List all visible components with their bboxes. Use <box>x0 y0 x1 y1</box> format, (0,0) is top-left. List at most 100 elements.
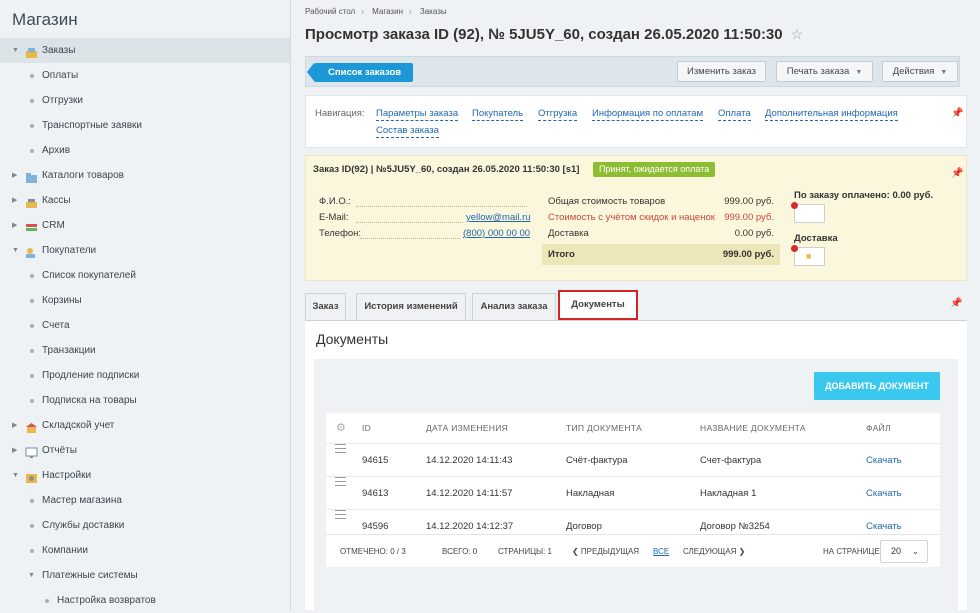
bullet-icon <box>30 374 34 378</box>
sidebar-item-delivery-services[interactable]: Службы доставки <box>0 513 290 538</box>
sidebar-item-reports[interactable]: ▶ Отчёты <box>0 438 290 463</box>
expand-arrow-icon[interactable]: ▶ <box>12 438 17 463</box>
order-summary: Заказ ID(92) | №5JU5Y_60, создан 26.05.2… <box>305 155 967 281</box>
table-header: ⚙ ID ДАТА ИЗМЕНЕНИЯ ТИП ДОКУМЕНТА НАЗВАН… <box>326 413 940 444</box>
expand-arrow-icon[interactable]: ▼ <box>12 38 19 63</box>
chevron-down-icon: ⌄ <box>912 547 919 556</box>
alert-dot-icon <box>791 202 798 209</box>
next-page-button[interactable]: СЛЕДУЮЩАЯ ❯ <box>683 547 745 556</box>
phone-link[interactable]: (800) 000 00 00 <box>463 228 530 239</box>
expand-arrow-icon[interactable]: ▼ <box>12 238 19 263</box>
add-document-button[interactable]: ДОБАВИТЬ ДОКУМЕНТ <box>814 372 940 400</box>
sidebar-item-warehouse[interactable]: ▶ Складской учет <box>0 413 290 438</box>
bullet-icon <box>30 524 34 528</box>
chevron-down-icon: ▼ <box>940 69 948 76</box>
paid-amount: По заказу оплачено: 0.00 руб. <box>794 190 934 201</box>
bullet-icon <box>30 274 34 278</box>
orders-list-button[interactable]: Список заказов <box>306 63 414 82</box>
sidebar-item-customers[interactable]: ▼ Покупатели <box>0 238 290 263</box>
drag-handle-icon[interactable] <box>335 477 346 489</box>
per-page-select[interactable]: 20 ⌄ <box>880 540 928 563</box>
table-row[interactable]: 94615 14.12.2020 14:11:43 Счёт-фактура С… <box>326 444 940 477</box>
actions-button[interactable]: Действия ▼ <box>882 61 958 82</box>
sidebar-item-cashboxes[interactable]: ▶ Кассы <box>0 188 290 213</box>
navigation-panel: Навигация: Параметры заказа Покупатель О… <box>305 95 967 148</box>
reports-icon <box>25 444 38 458</box>
nav-link-order-params[interactable]: Параметры заказа <box>376 108 459 121</box>
sidebar-item-crm[interactable]: ▶ CRM <box>0 213 290 238</box>
edit-order-button[interactable]: Изменить заказ <box>677 61 766 82</box>
sidebar-item-product-subscription[interactable]: Подписка на товары <box>0 388 290 413</box>
sidebar-item-transactions[interactable]: Транзакции <box>0 338 290 363</box>
sidebar-item-invoices[interactable]: Счета <box>0 313 290 338</box>
expand-arrow-icon[interactable]: ▼ <box>28 563 35 588</box>
drag-handle-icon[interactable] <box>335 510 346 522</box>
prev-page-button[interactable]: ❮ ПРЕДЫДУЩАЯ <box>572 547 639 556</box>
nav-link-customer[interactable]: Покупатель <box>472 108 524 121</box>
bullet-icon <box>30 499 34 503</box>
discount-total-value: 999.00 руб. <box>724 212 774 223</box>
settings-icon <box>25 469 38 483</box>
expand-arrow-icon[interactable]: ▼ <box>12 463 19 488</box>
all-pages-link[interactable]: ВСЕ <box>653 547 669 556</box>
payment-status-box[interactable] <box>794 204 825 223</box>
shipping-status-box[interactable]: ■ <box>794 247 825 266</box>
star-icon[interactable]: ☆ <box>791 26 804 42</box>
email-link[interactable]: yellow@mail.ru <box>466 212 531 223</box>
sidebar-item-archive[interactable]: Архив <box>0 138 290 163</box>
nav-link-shipment[interactable]: Отгрузка <box>538 108 578 121</box>
tab-order[interactable]: Заказ <box>305 293 346 320</box>
breadcrumb-desktop[interactable]: Рабочий стол <box>305 7 355 16</box>
pin-icon[interactable]: 📌 <box>950 298 962 309</box>
download-link[interactable]: Скачать <box>866 477 902 510</box>
doc-date: 14.12.2020 14:11:57 <box>426 488 513 499</box>
table-row[interactable]: 94613 14.12.2020 14:11:57 Накладная Накл… <box>326 477 940 510</box>
sidebar-item-shop-wizard[interactable]: Мастер магазина <box>0 488 290 513</box>
sidebar-item-payments[interactable]: Оплаты <box>0 63 290 88</box>
sidebar-item-companies[interactable]: Компании <box>0 538 290 563</box>
breadcrumb-shop[interactable]: Магазин <box>372 7 403 16</box>
sidebar-item-refund-settings[interactable]: Настройка возвратов <box>0 588 290 613</box>
sidebar-item-customer-list[interactable]: Список покупателей <box>0 263 290 288</box>
nav-link-payment[interactable]: Оплата <box>718 108 751 121</box>
col-name[interactable]: НАЗВАНИЕ ДОКУМЕНТА <box>700 413 806 444</box>
nav-link-additional-info[interactable]: Дополнительная информация <box>765 108 898 121</box>
sidebar-item-transport[interactable]: Транспортные заявки <box>0 113 290 138</box>
sidebar-item-shipments[interactable]: Отгрузки <box>0 88 290 113</box>
expand-arrow-icon[interactable]: ▶ <box>12 163 17 188</box>
selected-count: ОТМЕЧЕНО: 0 / 3 <box>340 547 406 556</box>
col-file[interactable]: ФАЙЛ <box>866 413 891 444</box>
sidebar-item-carts[interactable]: Корзины <box>0 288 290 313</box>
nav-link-payment-info[interactable]: Информация по оплатам <box>592 108 703 121</box>
sidebar-item-orders[interactable]: ▼ Заказы <box>0 38 290 63</box>
tab-documents[interactable]: Документы <box>558 290 638 320</box>
download-link[interactable]: Скачать <box>866 444 902 477</box>
col-id[interactable]: ID <box>362 413 371 444</box>
doc-name: Счет-фактура <box>700 455 762 466</box>
expand-arrow-icon[interactable]: ▶ <box>12 188 17 213</box>
expand-arrow-icon[interactable]: ▶ <box>12 413 17 438</box>
documents-title: Документы <box>316 331 389 347</box>
drag-handle-icon[interactable] <box>335 444 346 456</box>
total-bar: Итого 999.00 руб. <box>542 244 780 265</box>
folder-icon <box>25 169 38 183</box>
sidebar-item-catalogs[interactable]: ▶ Каталоги товаров <box>0 163 290 188</box>
col-date[interactable]: ДАТА ИЗМЕНЕНИЯ <box>426 413 508 444</box>
sidebar-item-settings[interactable]: ▼ Настройки <box>0 463 290 488</box>
pin-icon[interactable]: 📌 <box>951 168 963 179</box>
expand-arrow-icon[interactable]: ▶ <box>12 213 17 238</box>
print-order-button[interactable]: Печать заказа ▼ <box>776 61 873 82</box>
documents-table: ⚙ ID ДАТА ИЗМЕНЕНИЯ ТИП ДОКУМЕНТА НАЗВАН… <box>326 413 940 543</box>
breadcrumb-separator-icon: › <box>361 7 364 16</box>
pin-icon[interactable]: 📌 <box>951 108 963 119</box>
col-type[interactable]: ТИП ДОКУМЕНТА <box>566 413 642 444</box>
sidebar-item-subscription-renewal[interactable]: Продление подписки <box>0 363 290 388</box>
tab-analysis[interactable]: Анализ заказа <box>472 293 556 320</box>
nav-link-order-items[interactable]: Состав заказа <box>376 125 439 138</box>
gear-icon[interactable]: ⚙ <box>336 413 346 444</box>
breadcrumb-orders[interactable]: Заказы <box>420 7 447 16</box>
tab-history[interactable]: История изменений <box>356 293 466 320</box>
sidebar-item-payment-systems[interactable]: ▼ Платежные системы <box>0 563 290 588</box>
sidebar: Магазин ▼ Заказы Оплаты Отгрузки Транспор… <box>0 0 291 610</box>
crm-icon <box>25 219 38 231</box>
